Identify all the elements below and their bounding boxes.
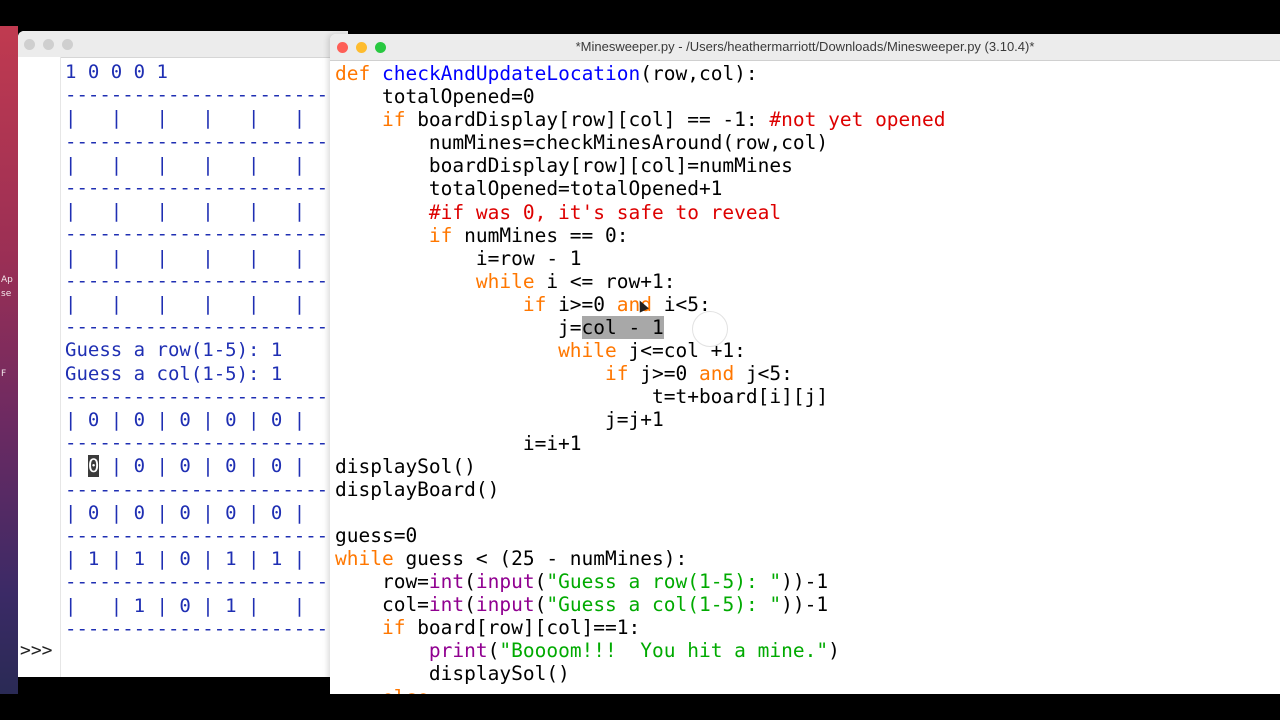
shell-gutter — [18, 57, 61, 677]
output-line: ----------------------- — [65, 130, 329, 153]
shell-titlebar[interactable] — [18, 31, 348, 58]
output-line: Guess a col(1-5): 1 — [65, 362, 283, 385]
output-line: | | | | | | — [65, 107, 306, 130]
output-line: ----------------------- — [65, 316, 329, 339]
output-line: | 1 | 1 | 0 | 1 | 1 | — [65, 548, 306, 571]
output-line: | | 1 | 0 | 1 | | — [65, 594, 306, 617]
desktop-wallpaper — [0, 26, 18, 694]
output-line: ----------------------- — [65, 617, 329, 640]
output-line: ----------------------- — [65, 84, 329, 107]
output-line-start: | — [65, 455, 88, 478]
output-line: | | | | | | — [65, 200, 306, 223]
window-title: *Minesweeper.py - /Users/heathermarriott… — [575, 39, 1035, 54]
output-line: | | | | | | — [65, 246, 306, 269]
editor-window[interactable]: *Minesweeper.py - /Users/heathermarriott… — [330, 34, 1280, 694]
output-line: ----------------------- — [65, 385, 329, 408]
python-shell-window[interactable]: 1 0 0 0 1 ----------------------- | | | … — [18, 31, 348, 677]
screen-bottom-bar — [0, 694, 1280, 720]
editor-titlebar[interactable]: *Minesweeper.py - /Users/heathermarriott… — [330, 34, 1280, 61]
output-line: | 0 | 0 | 0 | 0 | 0 | — [65, 409, 306, 432]
output-line: 1 0 0 0 1 — [65, 61, 168, 83]
shell-output[interactable]: 1 0 0 0 1 ----------------------- | | | … — [65, 61, 328, 641]
click-indicator — [692, 311, 728, 347]
output-line: ----------------------- — [65, 432, 329, 455]
close-icon[interactable] — [24, 39, 35, 50]
selected-cell: 0 — [87, 455, 100, 478]
output-line: | | | | | | — [65, 153, 306, 176]
output-line: ----------------------- — [65, 223, 329, 246]
minimize-icon[interactable] — [43, 39, 54, 50]
desktop-label: se — [1, 289, 12, 299]
output-line: | 0 | 0 | 0 | 0 | 0 | — [65, 501, 306, 524]
output-line-rest: | 0 | 0 | 0 | 0 | — [99, 455, 306, 478]
desktop-label: Ap — [1, 275, 13, 285]
output-line: ----------------------- — [65, 525, 329, 548]
shell-prompt[interactable]: >>> — [20, 640, 53, 661]
zoom-icon[interactable] — [62, 39, 73, 50]
output-line: | | | | | | — [65, 293, 306, 316]
output-line: ----------------------- — [65, 571, 329, 594]
output-line: ----------------------- — [65, 269, 329, 292]
desktop-label: F — [1, 369, 7, 379]
output-line: ----------------------- — [65, 177, 329, 200]
output-line: ----------------------- — [65, 478, 329, 501]
code-area[interactable]: def checkAndUpdateLocation(row,col): tot… — [335, 62, 946, 694]
output-line: Guess a row(1-5): 1 — [65, 339, 283, 362]
